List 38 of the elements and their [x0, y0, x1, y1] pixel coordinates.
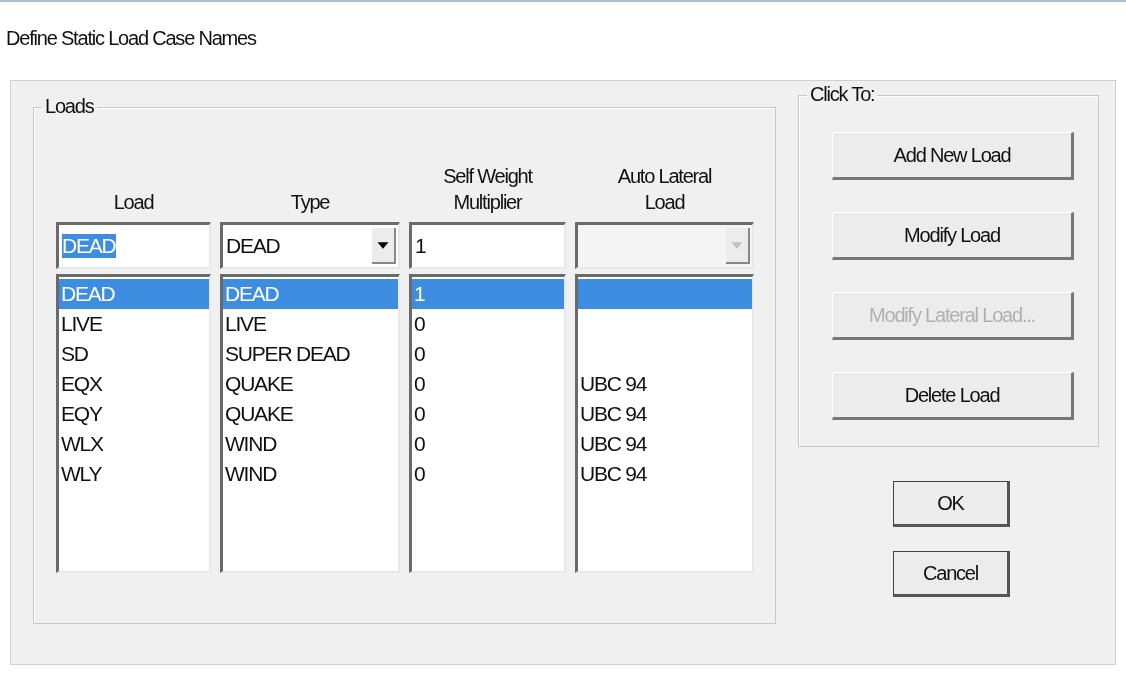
list-item[interactable]: 0: [412, 429, 564, 459]
action-button[interactable]: Modify Load: [832, 212, 1074, 260]
list-item[interactable]: LIVE: [59, 309, 209, 339]
list-item[interactable]: EQX: [59, 369, 209, 399]
dialog-button[interactable]: OK: [893, 481, 1010, 527]
list-item[interactable]: 0: [412, 399, 564, 429]
multiplier-list[interactable]: 1 0 0 0 0 0 0: [409, 274, 566, 573]
list-item[interactable]: 0: [412, 369, 564, 399]
list-item[interactable]: WIND: [223, 459, 398, 489]
list-item[interactable]: QUAKE: [223, 399, 398, 429]
list-item[interactable]: 0: [412, 339, 564, 369]
list-item[interactable]: WLY: [59, 459, 209, 489]
list-item[interactable]: 0: [412, 459, 564, 489]
list-item[interactable]: UBC 94: [578, 459, 752, 489]
list-item[interactable]: UBC 94: [578, 399, 752, 429]
type-list[interactable]: DEAD LIVE SUPER DEAD QUAKE QUAKE WIND WIND: [220, 274, 400, 573]
list-item[interactable]: UBC 94: [578, 369, 752, 399]
list-item[interactable]: QUAKE: [223, 369, 398, 399]
list-item[interactable]: WIND: [223, 429, 398, 459]
column-header: Auto Lateral Load: [616, 164, 713, 215]
action-button[interactable]: Delete Load: [832, 372, 1074, 420]
list-item[interactable]: UBC 94: [578, 429, 752, 459]
auto-lateral-list[interactable]: UBC 94 UBC 94 UBC 94 UBC 94: [575, 274, 754, 573]
load-list[interactable]: DEAD LIVE SD EQX EQY WLX WLY: [56, 274, 211, 573]
list-item[interactable]: LIVE: [223, 309, 398, 339]
column-header: Self Weight Multiplier: [442, 164, 534, 215]
column-header: Load: [112, 190, 155, 215]
action-button[interactable]: Add New Load: [832, 132, 1074, 180]
list-item[interactable]: EQY: [59, 399, 209, 429]
list-item[interactable]: SUPER DEAD: [223, 339, 398, 369]
type-dropdown[interactable]: DEAD: [220, 222, 400, 269]
column-header: Type: [289, 190, 331, 215]
multiplier-field[interactable]: 1: [409, 222, 566, 269]
list-item[interactable]: 0: [412, 309, 564, 339]
list-item[interactable]: WLX: [59, 429, 209, 459]
list-item[interactable]: SD: [59, 339, 209, 369]
dialog-button[interactable]: Cancel: [893, 551, 1010, 597]
window-title: Define Static Load Case Names: [6, 26, 256, 50]
